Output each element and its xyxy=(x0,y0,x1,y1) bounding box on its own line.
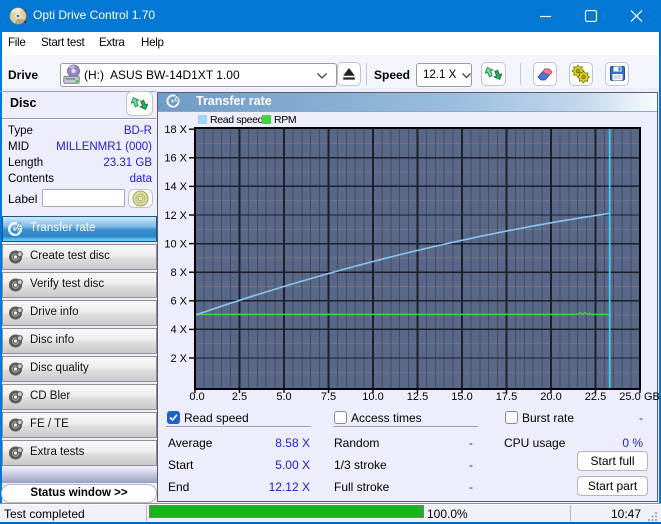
svg-text:0.0: 0.0 xyxy=(189,391,204,403)
svg-text:15.0: 15.0 xyxy=(451,391,472,403)
svg-text:10 X: 10 X xyxy=(164,238,187,250)
svg-text:4 X: 4 X xyxy=(170,324,187,336)
svg-text:8 X: 8 X xyxy=(170,267,187,279)
svg-text:2.5: 2.5 xyxy=(232,391,247,403)
svg-text:18 X: 18 X xyxy=(164,124,187,136)
svg-text:22.5: 22.5 xyxy=(585,391,606,403)
svg-text:6 X: 6 X xyxy=(170,296,187,308)
svg-text:10.0: 10.0 xyxy=(362,391,383,403)
svg-text:GB: GB xyxy=(644,391,659,403)
svg-text:16 X: 16 X xyxy=(164,153,187,165)
svg-text:20.0: 20.0 xyxy=(540,391,561,403)
svg-text:14 X: 14 X xyxy=(164,181,187,193)
svg-text:25.0: 25.0 xyxy=(619,391,640,403)
svg-text:12 X: 12 X xyxy=(164,210,187,222)
svg-text:7.5: 7.5 xyxy=(321,391,336,403)
svg-text:12.5: 12.5 xyxy=(407,391,428,403)
svg-text:2 X: 2 X xyxy=(170,353,187,365)
svg-text:17.5: 17.5 xyxy=(496,391,517,403)
svg-text:5.0: 5.0 xyxy=(276,391,291,403)
